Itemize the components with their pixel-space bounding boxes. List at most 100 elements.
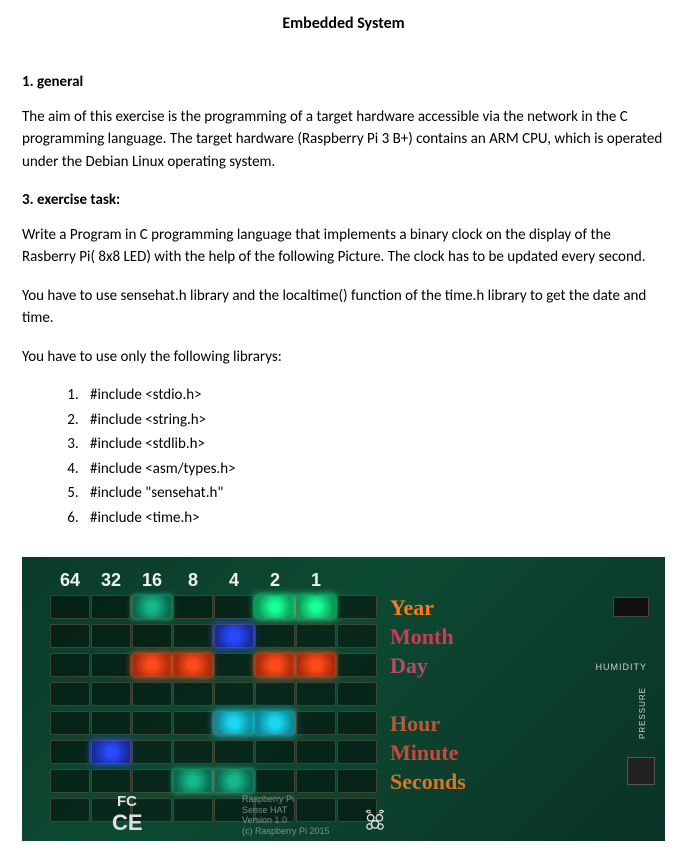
raspberry-pi-logo-icon [362, 807, 388, 833]
header-1: 1 [296, 567, 336, 594]
led-cell [255, 653, 295, 677]
led-cell [337, 740, 377, 764]
led-cell [132, 624, 172, 648]
led-cell [255, 682, 295, 706]
paragraph-task-2: You have to use sensehat.h library and t… [22, 285, 665, 330]
led-cell [173, 740, 213, 764]
board-text-line: (c) Raspberry Pi 2015 [242, 826, 330, 837]
led-cell [91, 653, 131, 677]
led-cell [173, 595, 213, 619]
led-cell [173, 624, 213, 648]
led-cell [50, 769, 90, 793]
document-title: Embedded System [22, 12, 665, 36]
header-64: 64 [50, 567, 90, 594]
led-cell [296, 624, 336, 648]
board-text-line: Raspberry Pi [242, 794, 330, 805]
led-cell [214, 740, 254, 764]
library-item: #include <stdlib.h> [82, 433, 665, 456]
led-cell [214, 653, 254, 677]
led-cell [296, 740, 336, 764]
board-silkscreen-text: Raspberry Pi Sense HAT Version 1.0 (c) R… [242, 794, 330, 837]
led-cell [91, 711, 131, 735]
paragraph-task-3: You have to use only the following libra… [22, 346, 665, 369]
led-cell [173, 682, 213, 706]
section-heading-task: 3. exercise task: [22, 189, 665, 212]
library-item: #include <asm/types.h> [82, 458, 665, 481]
led-cell [91, 595, 131, 619]
led-cell [255, 711, 295, 735]
led-cell [50, 624, 90, 648]
header-2: 2 [255, 567, 295, 594]
label-year: Year [390, 595, 466, 624]
led-cell [173, 798, 213, 822]
header-8: 8 [173, 567, 213, 594]
header-blank [337, 567, 377, 594]
header-16: 16 [132, 567, 172, 594]
library-item: #include <string.h> [82, 409, 665, 432]
label-minute: Minute [390, 740, 466, 769]
led-cell [296, 711, 336, 735]
led-cell [173, 769, 213, 793]
led-cell [255, 595, 295, 619]
board-text-line: Sense HAT [242, 805, 330, 816]
led-cell [91, 740, 131, 764]
led-cell [50, 682, 90, 706]
header-32: 32 [91, 567, 131, 594]
led-cell [91, 682, 131, 706]
led-cell [132, 711, 172, 735]
paragraph-task-1: Write a Program in C programming languag… [22, 224, 665, 269]
label-seconds: Seconds [390, 769, 466, 798]
led-cell [296, 682, 336, 706]
led-cell [214, 769, 254, 793]
led-cell [50, 595, 90, 619]
led-cell [50, 798, 90, 822]
led-cell [91, 769, 131, 793]
led-cell [296, 595, 336, 619]
board-text-line: Version 1.0 [242, 815, 330, 826]
led-cell [296, 653, 336, 677]
label-hour: Hour [390, 711, 466, 740]
led-cell [173, 653, 213, 677]
led-cell [337, 769, 377, 793]
section-heading-general: 1. general [22, 71, 665, 94]
humidity-sensor-label: HUMIDITY [596, 661, 648, 675]
library-item: #include <stdio.h> [82, 384, 665, 407]
led-cell [255, 740, 295, 764]
label-day: Day [390, 653, 466, 682]
row-labels: Year Month Day Hour Minute Seconds [390, 595, 466, 798]
bit-value-headers: 64 32 16 8 4 2 1 [50, 567, 377, 594]
led-cell [132, 740, 172, 764]
led-cell [173, 711, 213, 735]
led-cell [214, 595, 254, 619]
label-blank [390, 682, 466, 711]
led-cell [214, 711, 254, 735]
ce-mark: CE [112, 806, 143, 839]
led-cell [337, 595, 377, 619]
led-cell [50, 740, 90, 764]
led-cell [337, 624, 377, 648]
led-cell [91, 624, 131, 648]
library-list: #include <stdio.h> #include <string.h> #… [22, 384, 665, 529]
library-item: #include "sensehat.h" [82, 482, 665, 505]
led-cell [132, 769, 172, 793]
pressure-sensor-label: PRESSURE [637, 687, 649, 739]
led-cell [214, 682, 254, 706]
led-cell [337, 682, 377, 706]
led-matrix [50, 595, 377, 826]
label-month: Month [390, 624, 466, 653]
led-cell [132, 595, 172, 619]
library-item: #include <time.h> [82, 507, 665, 530]
led-cell [255, 624, 295, 648]
paragraph-general: The aim of this exercise is the programm… [22, 106, 665, 174]
led-cell [132, 682, 172, 706]
led-cell [50, 653, 90, 677]
header-4: 4 [214, 567, 254, 594]
led-cell [337, 711, 377, 735]
led-cell [255, 769, 295, 793]
chip-icon [627, 757, 655, 785]
led-cell [296, 769, 336, 793]
led-cell [214, 624, 254, 648]
chip-icon [613, 597, 649, 617]
sense-hat-photo: 64 32 16 8 4 2 1 Year Month Day Hour Min… [22, 557, 665, 841]
led-cell [132, 653, 172, 677]
